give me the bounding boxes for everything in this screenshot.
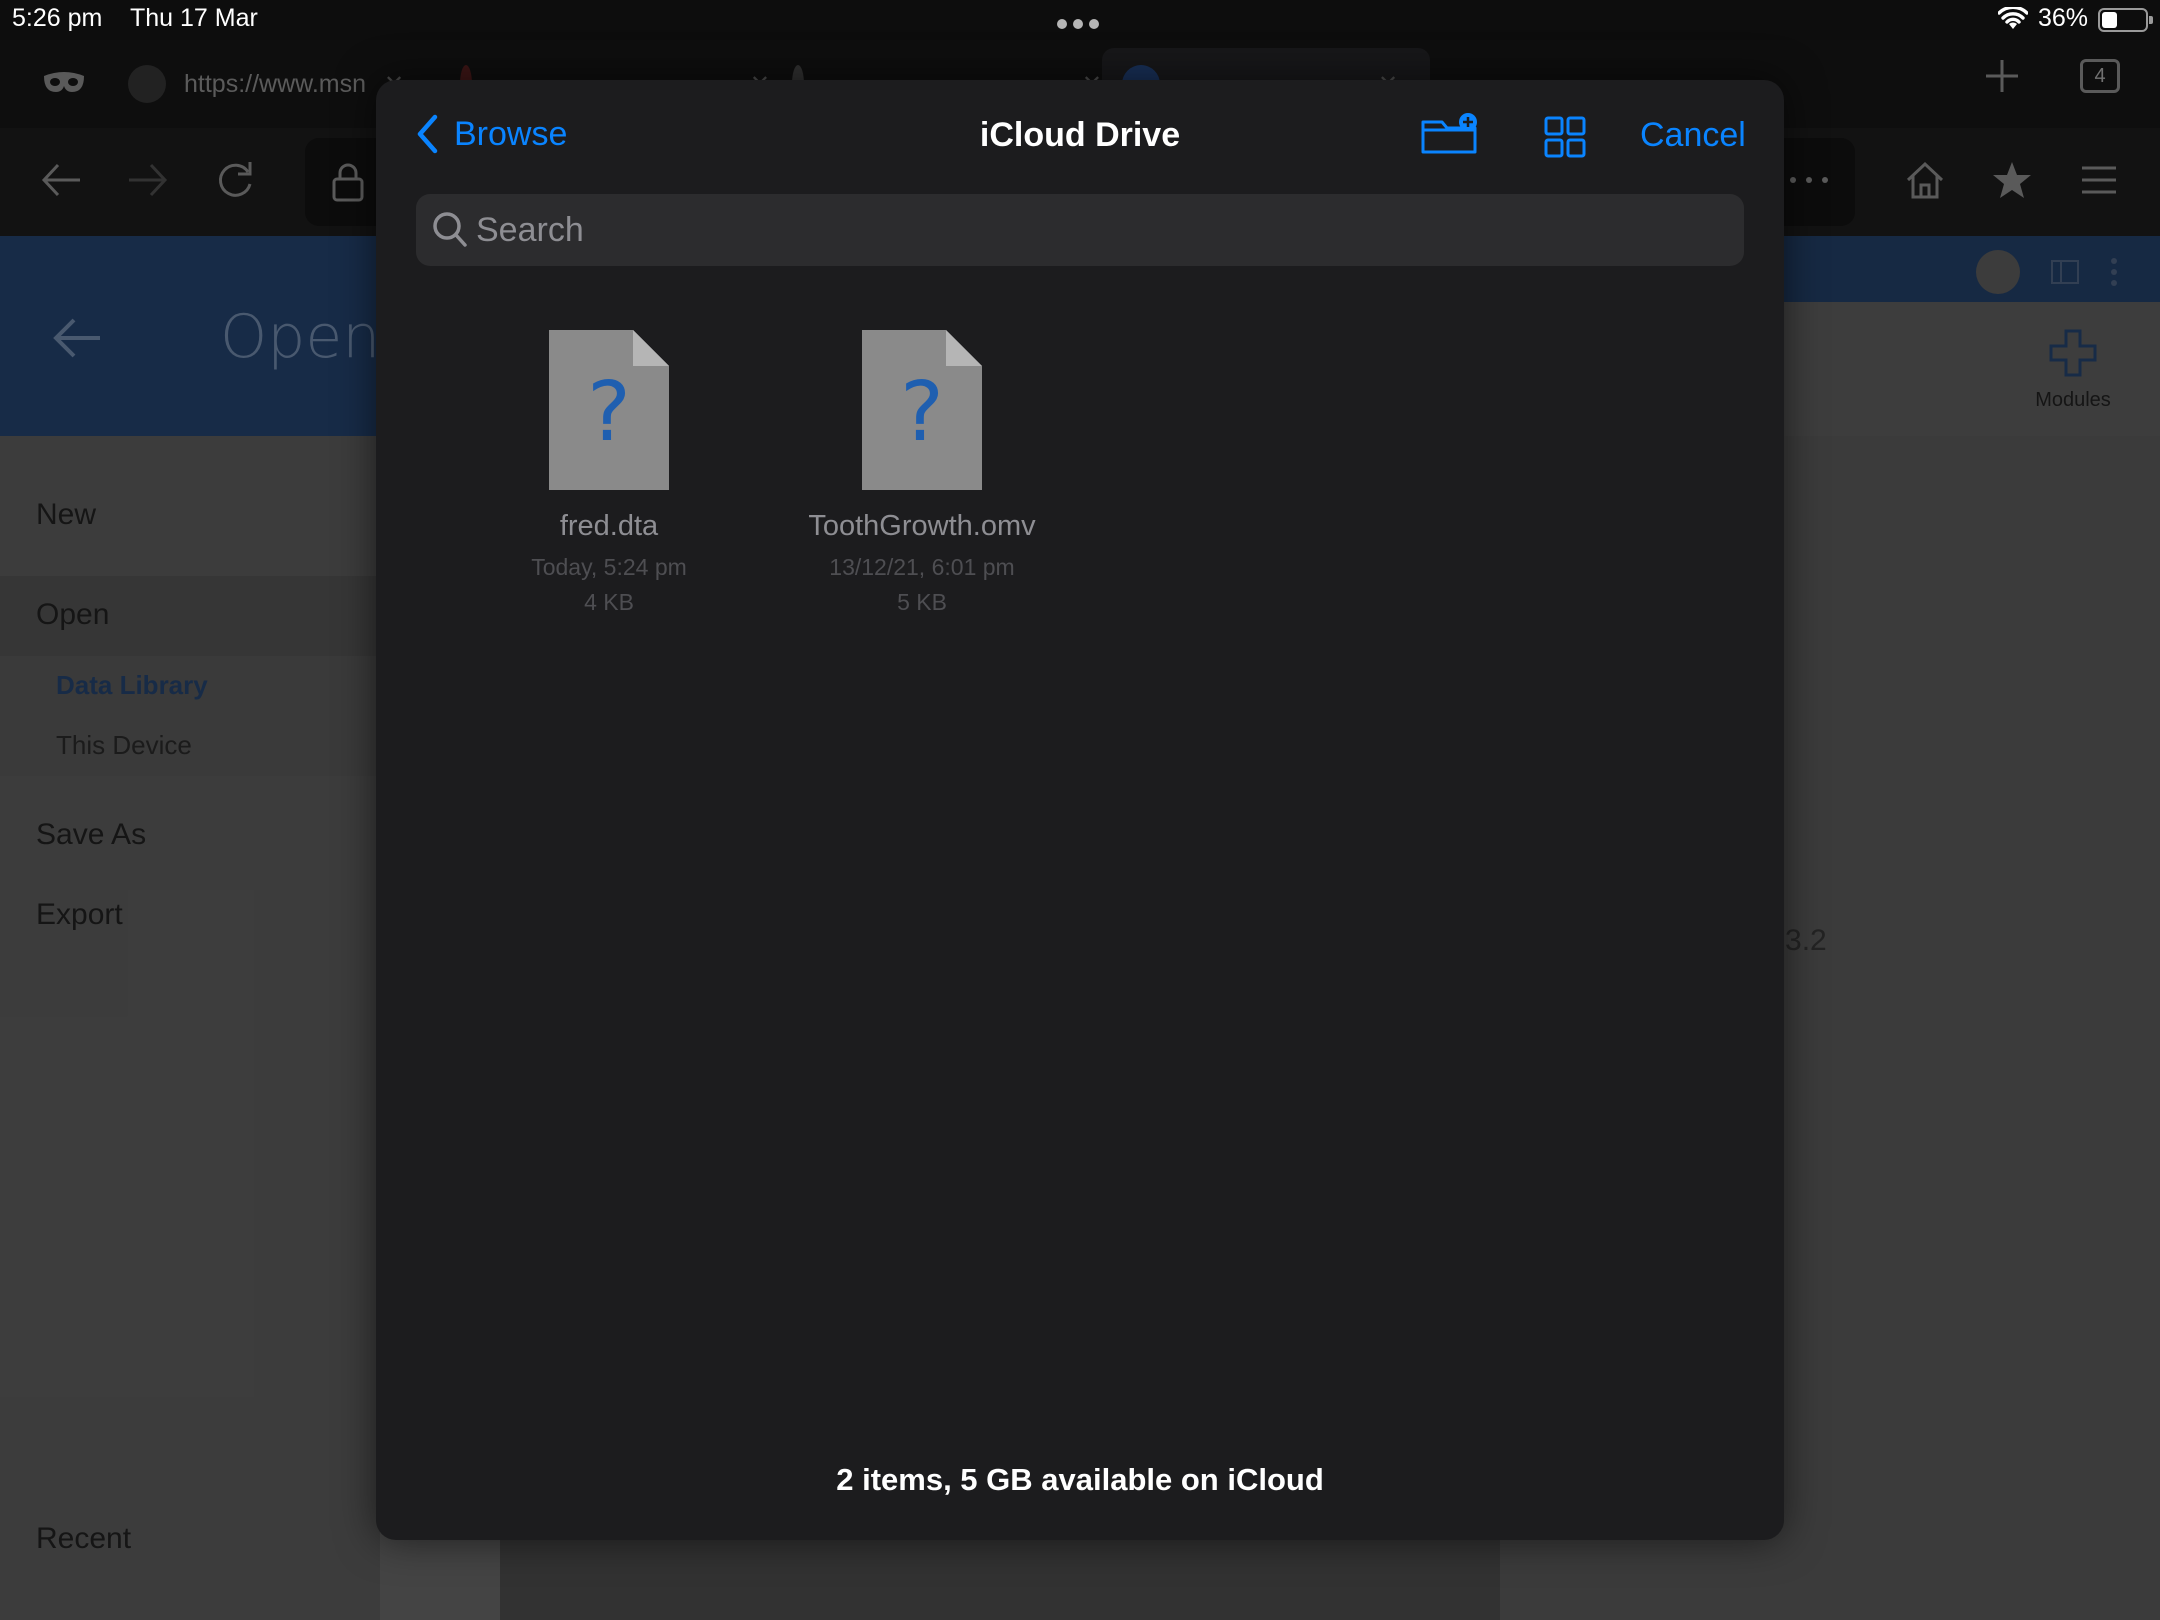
sidebar-item-export[interactable]: Export — [36, 898, 123, 932]
sidebar-item-open[interactable]: Open — [36, 598, 109, 632]
file-size: 5 KB — [897, 589, 947, 615]
icloud-file-picker: Browse iCloud Drive Cancel ? fred.dta To… — [376, 80, 1784, 1540]
file-name: fred.dta — [559, 510, 659, 542]
cancel-button[interactable]: Cancel — [1640, 116, 1746, 155]
forward-arrow-icon[interactable] — [127, 160, 169, 200]
tab-title: https://www.msn — [184, 69, 366, 98]
reload-icon[interactable] — [214, 160, 256, 200]
new-tab-plus-icon[interactable] — [1984, 58, 2020, 94]
private-mask-icon[interactable] — [42, 70, 86, 96]
battery-percentage: 36% — [2038, 4, 2089, 32]
search-bar[interactable] — [416, 194, 1744, 266]
svg-text:?: ? — [587, 365, 631, 460]
multitasking-dots-icon[interactable] — [1057, 19, 1099, 29]
unknown-file-icon: ? — [549, 330, 669, 490]
app-page-title: Open — [220, 302, 381, 372]
unknown-file-icon: ? — [862, 330, 982, 490]
battery-icon — [2098, 8, 2153, 32]
panel-toggle-icon[interactable] — [2050, 259, 2080, 285]
sidebar-item-new[interactable]: New — [36, 498, 96, 532]
app-content-lower — [500, 1540, 1500, 1620]
grid-view-icon[interactable] — [1544, 116, 1586, 158]
wifi-icon — [1998, 7, 2028, 29]
sidebar-item-recent[interactable]: Recent — [36, 1522, 131, 1556]
sidebar-item-data-library[interactable]: Data Library — [56, 670, 208, 701]
more-vertical-icon[interactable] — [2110, 257, 2118, 287]
file-size: 4 KB — [584, 589, 634, 615]
file-date: Today, 5:24 pm — [531, 554, 687, 580]
back-arrow-icon[interactable] — [40, 160, 82, 200]
page-actions-dots-icon[interactable] — [1789, 176, 1829, 184]
modules-button[interactable]: Modules — [2030, 328, 2116, 412]
file-name: ToothGrowth.omv — [808, 510, 1036, 542]
search-input[interactable] — [476, 194, 1716, 266]
new-folder-icon[interactable] — [1420, 112, 1480, 156]
storage-footer: 2 items, 5 GB available on iCloud — [836, 1462, 1324, 1497]
file-date: 13/12/21, 6:01 pm — [829, 554, 1015, 580]
tab-favicon-icon — [128, 65, 166, 103]
menu-hamburger-icon[interactable] — [2078, 160, 2120, 200]
app-back-arrow-icon[interactable] — [52, 316, 102, 360]
sidebar-item-save-as[interactable]: Save As — [36, 818, 146, 852]
sidebar-item-this-device[interactable]: This Device — [56, 730, 192, 761]
search-icon — [433, 212, 467, 247]
status-time: 5:26 pm — [12, 4, 103, 32]
bookmarks-star-icon[interactable] — [1991, 160, 2033, 200]
modules-label: Modules — [2035, 389, 2111, 411]
file-item[interactable]: ? fred.dta Today, 5:24 pm 4 KB — [489, 328, 729, 620]
home-icon[interactable] — [1904, 160, 1946, 200]
file-item[interactable]: ? ToothGrowth.omv 13/12/21, 6:01 pm 5 KB — [802, 328, 1042, 620]
lock-icon — [332, 163, 364, 202]
status-bar: 5:26 pm Thu 17 Mar 36% — [0, 0, 2160, 40]
tab-count-button[interactable]: 4 — [2080, 59, 2120, 93]
status-date: Thu 17 Mar — [130, 4, 258, 32]
plus-cross-icon — [2049, 329, 2097, 377]
svg-text:?: ? — [900, 365, 944, 460]
avatar-icon[interactable] — [1976, 250, 2020, 294]
